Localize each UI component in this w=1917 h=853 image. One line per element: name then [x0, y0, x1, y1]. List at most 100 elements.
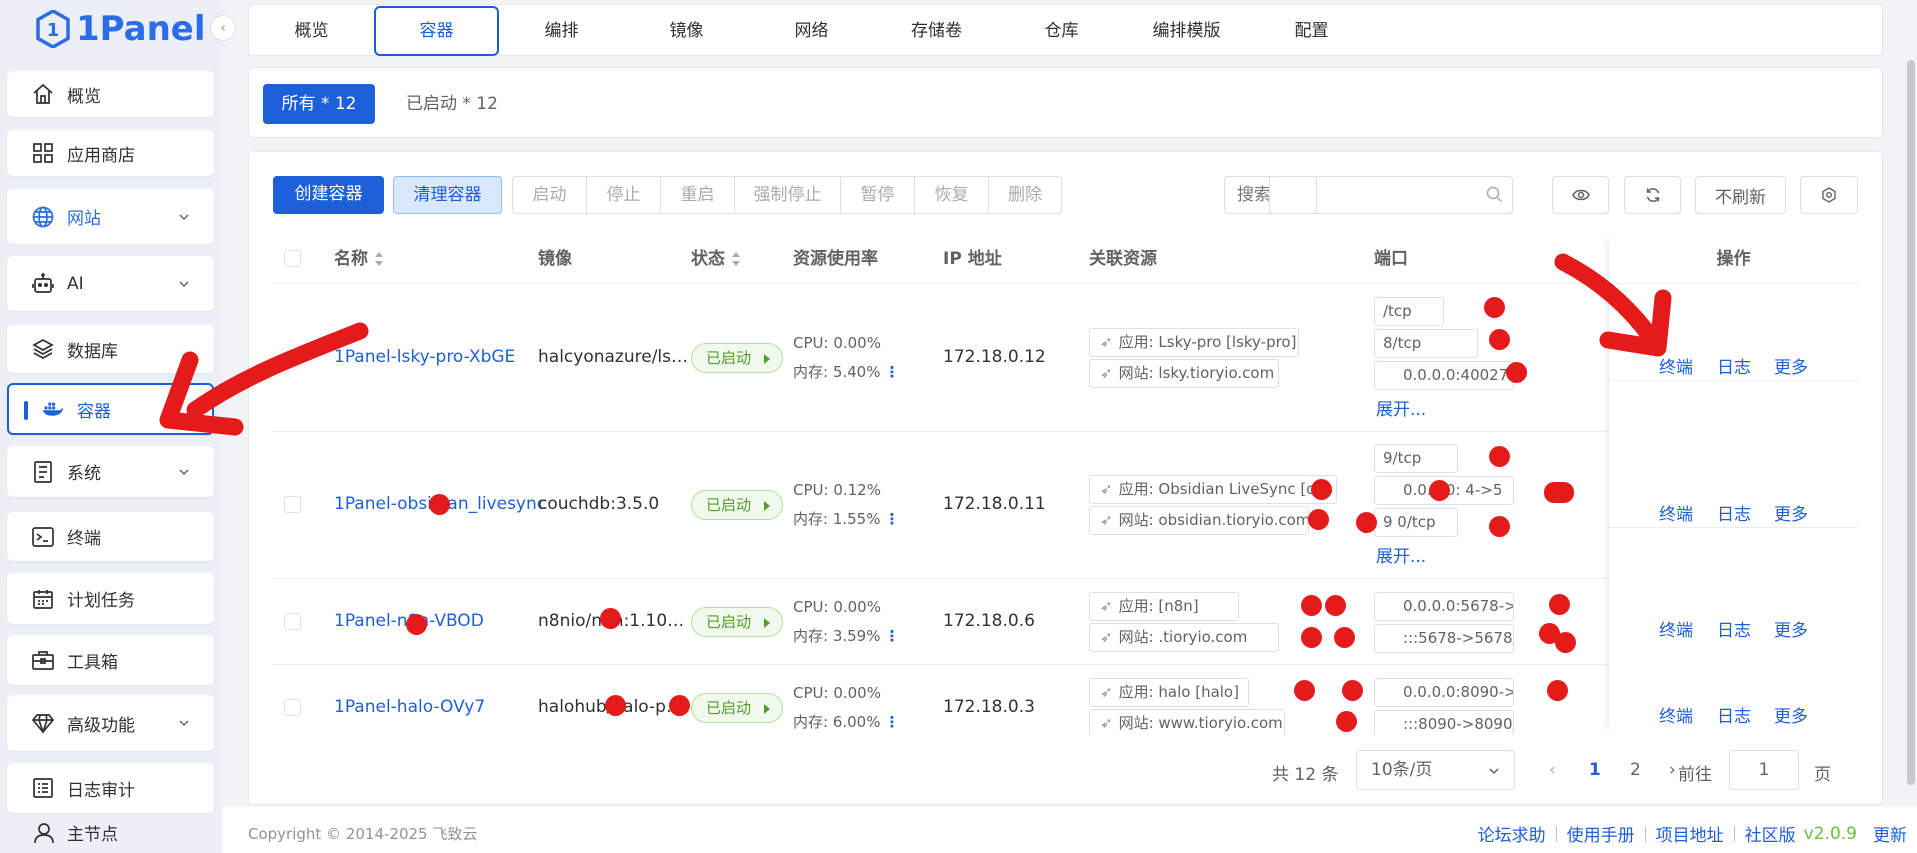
collapse-sidebar-button[interactable]: ‹ — [210, 15, 236, 41]
related-app-tag[interactable]: ➶ 应用: halo [halo] — [1089, 678, 1249, 707]
page-1[interactable]: 1 — [1589, 760, 1601, 780]
refresh-button[interactable] — [1624, 176, 1681, 214]
expand-ports-link[interactable]: 展开... — [1376, 395, 1426, 420]
filter-running-button[interactable]: 已启动 * 12 — [406, 84, 498, 124]
search-input[interactable] — [1224, 176, 1513, 214]
sidebar-item-container[interactable]: 容器 — [7, 383, 214, 435]
container-name-link[interactable]: 1Panel-halo-OVy7 — [334, 697, 554, 717]
container-name-link[interactable]: 1Panel-lsky-pro-XbGE — [334, 347, 554, 367]
log-link[interactable]: 日志 — [1717, 616, 1751, 641]
forum-link[interactable]: 论坛求助 — [1478, 821, 1546, 846]
start-button[interactable]: 启动 — [513, 177, 587, 213]
log-link[interactable]: 日志 — [1717, 500, 1751, 525]
prev-page-button[interactable]: ‹ — [1549, 760, 1556, 780]
log-link[interactable]: 日志 — [1717, 353, 1751, 378]
next-page-button[interactable]: › — [1669, 760, 1676, 780]
terminal-link[interactable]: 终端 — [1659, 353, 1693, 378]
related-app-tag[interactable]: ➶ 应用: [n8n] — [1089, 592, 1239, 621]
resume-button[interactable]: 恢复 — [915, 177, 989, 213]
column-settings-button[interactable] — [1800, 176, 1858, 214]
port-tag[interactable]: :::8090->8090/t — [1374, 710, 1514, 735]
tab-settings[interactable]: 配置 — [1249, 6, 1374, 56]
sidebar-item-website[interactable]: 网站 — [7, 189, 214, 244]
expand-ports-link[interactable]: 展开... — [1376, 542, 1426, 567]
status-badge[interactable]: 已启动 — [691, 343, 783, 373]
related-site-tag[interactable]: ➶ 网站: obsidian.tioryio.com — [1089, 506, 1309, 535]
terminal-link[interactable]: 终端 — [1659, 702, 1693, 727]
delete-button[interactable]: 删除 — [989, 177, 1061, 213]
page-2[interactable]: 2 — [1630, 760, 1641, 780]
pause-button[interactable]: 暂停 — [841, 177, 915, 213]
sidebar-item-app-store[interactable]: 应用商店 — [7, 130, 214, 176]
port-tag[interactable]: 9 0/tcp — [1374, 508, 1458, 537]
column-status[interactable]: 状态 — [691, 234, 741, 284]
filter-all-button[interactable]: 所有 * 12 — [263, 84, 375, 124]
related-site-tag[interactable]: ➶ 网站: www.tioryio.com — [1089, 709, 1285, 735]
more-vertical-icon[interactable]: ⋮ — [884, 363, 899, 381]
tab-compose-template[interactable]: 编排模版 — [1124, 6, 1249, 56]
status-badge[interactable]: 已启动 — [691, 693, 783, 723]
tab-image[interactable]: 镜像 — [624, 6, 749, 56]
status-badge[interactable]: 已启动 — [691, 490, 783, 520]
more-vertical-icon[interactable]: ⋮ — [884, 713, 899, 731]
tab-repo[interactable]: 仓库 — [999, 6, 1124, 56]
related-app-tag[interactable]: ➶ 应用: Obsidian LiveSync [obs — [1089, 475, 1337, 504]
row-checkbox[interactable] — [284, 496, 301, 513]
more-vertical-icon[interactable]: ⋮ — [884, 627, 899, 645]
goto-page-input[interactable]: 1 — [1729, 750, 1799, 790]
show-stats-button[interactable] — [1552, 176, 1609, 214]
toggle-view-button[interactable] — [1269, 176, 1317, 214]
row-checkbox[interactable] — [284, 699, 301, 716]
container-name-link[interactable]: 1Panel-n8n-VBOD — [334, 611, 554, 631]
force-stop-button[interactable]: 强制停止 — [735, 177, 841, 213]
select-all-checkbox[interactable] — [284, 250, 301, 267]
sidebar-item-audit-log[interactable]: 日志审计 — [7, 763, 214, 813]
port-tag[interactable]: 8/tcp — [1374, 329, 1478, 358]
edition-link[interactable]: 社区版 — [1745, 821, 1796, 846]
tab-overview[interactable]: 概览 — [249, 6, 374, 56]
tab-container[interactable]: 容器 — [374, 6, 499, 56]
port-tag[interactable]: 9/tcp — [1374, 444, 1458, 473]
stop-button[interactable]: 停止 — [587, 177, 661, 213]
clean-container-button[interactable]: 清理容器 — [393, 176, 502, 214]
manual-link[interactable]: 使用手册 — [1567, 821, 1635, 846]
create-container-button[interactable]: 创建容器 — [273, 176, 384, 214]
restart-button[interactable]: 重启 — [661, 177, 735, 213]
project-link[interactable]: 项目地址 — [1656, 821, 1724, 846]
port-tag[interactable]: 0.0.0.0:40027-> — [1374, 361, 1514, 390]
sidebar-item-toolbox[interactable]: 工具箱 — [7, 635, 214, 685]
more-link[interactable]: 更多 — [1774, 616, 1808, 641]
sidebar-item-ai[interactable]: AI — [7, 256, 214, 311]
port-tag[interactable]: 0.0.0.0:5678->5 — [1374, 592, 1514, 621]
sidebar-item-system[interactable]: 系统 — [7, 446, 214, 497]
more-link[interactable]: 更多 — [1774, 353, 1808, 378]
logo[interactable]: 1 1Panel — [36, 4, 206, 54]
sidebar-item-advanced[interactable]: 高级功能 — [7, 695, 214, 751]
log-link[interactable]: 日志 — [1717, 702, 1751, 727]
port-tag[interactable]: /tcp — [1374, 297, 1444, 326]
status-badge[interactable]: 已启动 — [691, 607, 783, 637]
related-app-tag[interactable]: ➶ 应用: Lsky-pro [lsky-pro] — [1089, 328, 1299, 357]
sidebar-item-overview[interactable]: 概览 — [7, 71, 214, 117]
update-link[interactable]: 更新 — [1873, 821, 1907, 846]
page-size-select[interactable]: 10条/页 — [1356, 750, 1515, 790]
page-scrollbar[interactable] — [1907, 60, 1915, 785]
node-selector[interactable]: 主节点 — [33, 820, 118, 845]
tab-volume[interactable]: 存储卷 — [874, 6, 999, 56]
port-tag[interactable]: :::5678->5678/t — [1374, 624, 1514, 653]
port-tag[interactable]: 0.0.0.0:8090->8 — [1374, 678, 1514, 707]
sidebar-item-cron[interactable]: 计划任务 — [7, 573, 214, 624]
more-link[interactable]: 更多 — [1774, 500, 1808, 525]
tab-network[interactable]: 网络 — [749, 6, 874, 56]
more-vertical-icon[interactable]: ⋮ — [884, 510, 899, 528]
auto-refresh-select[interactable]: 不刷新 — [1695, 176, 1786, 214]
sidebar-item-database[interactable]: 数据库 — [7, 325, 214, 373]
tab-compose[interactable]: 编排 — [499, 6, 624, 56]
more-link[interactable]: 更多 — [1774, 702, 1808, 727]
terminal-link[interactable]: 终端 — [1659, 616, 1693, 641]
related-site-tag[interactable]: ➶ 网站: lsky.tioryio.com — [1089, 359, 1279, 388]
column-name[interactable]: 名称 — [334, 234, 384, 284]
terminal-link[interactable]: 终端 — [1659, 500, 1693, 525]
row-checkbox[interactable] — [284, 613, 301, 630]
sidebar-item-terminal[interactable]: 终端 — [7, 512, 214, 561]
